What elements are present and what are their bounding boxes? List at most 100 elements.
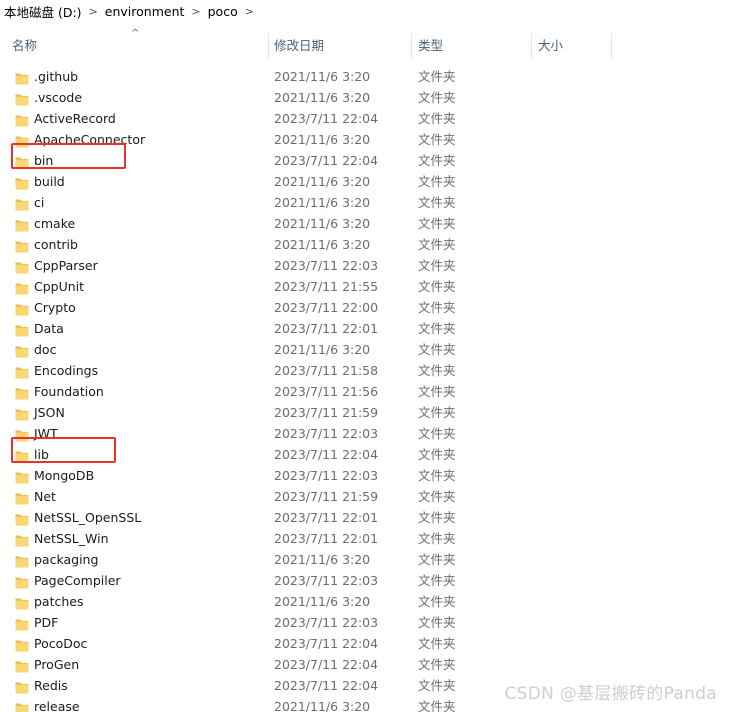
file-modified-date: 2021/11/6 3:20 [274,699,371,712]
file-name: NetSSL_Win [34,531,109,546]
folder-icon [15,280,29,295]
file-modified-date: 2021/11/6 3:20 [274,552,371,567]
file-type: 文件夹 [418,447,456,462]
folder-icon [15,469,29,484]
file-type: 文件夹 [418,153,456,168]
file-row-activerecord[interactable]: ActiveRecord 2023/7/11 22:04 文件夹 [0,108,731,129]
file-type: 文件夹 [418,594,456,609]
file-modified-date: 2023/7/11 22:01 [274,510,379,525]
file-row-pocodoc[interactable]: PocoDoc 2023/7/11 22:04 文件夹 [0,633,731,654]
file-row-cmake[interactable]: cmake 2021/11/6 3:20 文件夹 [0,213,731,234]
file-type: 文件夹 [418,216,456,231]
file-type: 文件夹 [418,384,456,399]
file-name: ActiveRecord [34,111,116,126]
chevron-right-icon[interactable]: > [191,5,200,18]
file-row-mongodb[interactable]: MongoDB 2023/7/11 22:03 文件夹 [0,465,731,486]
file-type: 文件夹 [418,195,456,210]
column-header-name[interactable]: 名称 [10,30,268,62]
folder-icon [15,364,29,379]
file-row-patches[interactable]: patches 2021/11/6 3:20 文件夹 [0,591,731,612]
file-row-jwt[interactable]: JWT 2023/7/11 22:03 文件夹 [0,423,731,444]
file-modified-date: 2023/7/11 21:58 [274,363,379,378]
column-divider[interactable] [531,34,532,60]
folder-icon [15,427,29,442]
file-name: Data [34,321,64,336]
file-row-net[interactable]: Net 2023/7/11 21:59 文件夹 [0,486,731,507]
breadcrumb-item-drive[interactable]: 本地磁盘 (D:) [4,2,82,21]
column-header-size[interactable]: 大小 [536,30,610,62]
file-row-lib[interactable]: lib 2023/7/11 22:04 文件夹 [0,437,731,465]
file-row-netssl_win[interactable]: NetSSL_Win 2023/7/11 22:01 文件夹 [0,528,731,549]
file-row-data[interactable]: Data 2023/7/11 22:01 文件夹 [0,318,731,339]
folder-icon [15,679,29,694]
folder-icon [15,616,29,631]
file-row-netssl_openssl[interactable]: NetSSL_OpenSSL 2023/7/11 22:01 文件夹 [0,507,731,528]
file-type: 文件夹 [418,342,456,357]
column-header-date[interactable]: 修改日期 [272,30,410,62]
file-name: PocoDoc [34,636,88,651]
folder-icon [15,217,29,232]
file-type: 文件夹 [418,615,456,630]
folder-icon [15,385,29,400]
file-row-encodings[interactable]: Encodings 2023/7/11 21:58 文件夹 [0,360,731,381]
file-name: Encodings [34,363,99,378]
file-type: 文件夹 [418,489,456,504]
file-row-doc[interactable]: doc 2021/11/6 3:20 文件夹 [0,339,731,360]
folder-icon [15,448,29,463]
file-row-vscode[interactable]: .vscode 2021/11/6 3:20 文件夹 [0,87,731,108]
file-modified-date: 2023/7/11 22:03 [274,468,379,483]
file-type: 文件夹 [418,426,456,441]
file-modified-date: 2023/7/11 22:04 [274,657,379,672]
file-row-github[interactable]: .github 2021/11/6 3:20 文件夹 [0,66,731,87]
file-row-pagecompiler[interactable]: PageCompiler 2023/7/11 22:03 文件夹 [0,570,731,591]
file-row-crypto[interactable]: Crypto 2023/7/11 22:00 文件夹 [0,297,731,318]
file-modified-date: 2021/11/6 3:20 [274,90,371,105]
breadcrumb-item-poco[interactable]: poco [208,4,238,19]
file-row-foundation[interactable]: Foundation 2023/7/11 21:56 文件夹 [0,381,731,402]
file-name: Redis [34,678,68,693]
folder-icon [15,133,29,148]
file-row-apacheconnector[interactable]: ApacheConnector 2021/11/6 3:20 文件夹 [0,129,731,150]
folder-icon [15,553,29,568]
file-row-packaging[interactable]: packaging 2021/11/6 3:20 文件夹 [0,549,731,570]
file-row-cppparser[interactable]: CppParser 2023/7/11 22:03 文件夹 [0,255,731,276]
folder-icon [15,154,29,169]
file-modified-date: 2023/7/11 22:04 [274,636,379,651]
file-row-ci[interactable]: ci 2021/11/6 3:20 文件夹 [0,192,731,213]
breadcrumb: 本地磁盘 (D:) > environment > poco > [0,0,731,22]
folder-icon [15,91,29,106]
file-type: 文件夹 [418,279,456,294]
column-header-type[interactable]: 类型 [416,30,530,62]
file-modified-date: 2023/7/11 22:04 [274,447,379,462]
folder-icon [15,343,29,358]
file-row-cppunit[interactable]: CppUnit 2023/7/11 21:55 文件夹 [0,276,731,297]
column-divider[interactable] [268,34,269,60]
file-row-progen[interactable]: ProGen 2023/7/11 22:04 文件夹 [0,654,731,675]
file-name: bin [34,153,54,168]
file-list: .github 2021/11/6 3:20 文件夹 .vscode 2021/11/6… [0,66,731,712]
chevron-right-icon[interactable]: > [245,5,254,18]
file-type: 文件夹 [418,405,456,420]
breadcrumb-item-environment[interactable]: environment [105,4,185,19]
file-row-bin[interactable]: bin 2023/7/11 22:04 文件夹 [0,143,731,171]
file-modified-date: 2023/7/11 22:03 [274,258,379,273]
folder-icon [15,406,29,421]
file-name: PageCompiler [34,573,121,588]
file-row-json[interactable]: JSON 2023/7/11 21:59 文件夹 [0,402,731,423]
file-type: 文件夹 [418,678,456,693]
file-name: lib [34,447,49,462]
file-name: JSON [34,405,65,420]
folder-icon [15,112,29,127]
column-divider[interactable] [611,34,612,60]
column-divider[interactable] [411,34,412,60]
folder-icon [15,595,29,610]
file-name: Net [34,489,56,504]
file-row-pdf[interactable]: PDF 2023/7/11 22:03 文件夹 [0,612,731,633]
chevron-right-icon[interactable]: > [89,5,98,18]
file-type: 文件夹 [418,90,456,105]
file-name: cmake [34,216,76,231]
file-modified-date: 2023/7/11 22:03 [274,615,379,630]
file-row-contrib[interactable]: contrib 2021/11/6 3:20 文件夹 [0,234,731,255]
file-modified-date: 2023/7/11 21:55 [274,279,379,294]
file-row-build[interactable]: build 2021/11/6 3:20 文件夹 [0,171,731,192]
